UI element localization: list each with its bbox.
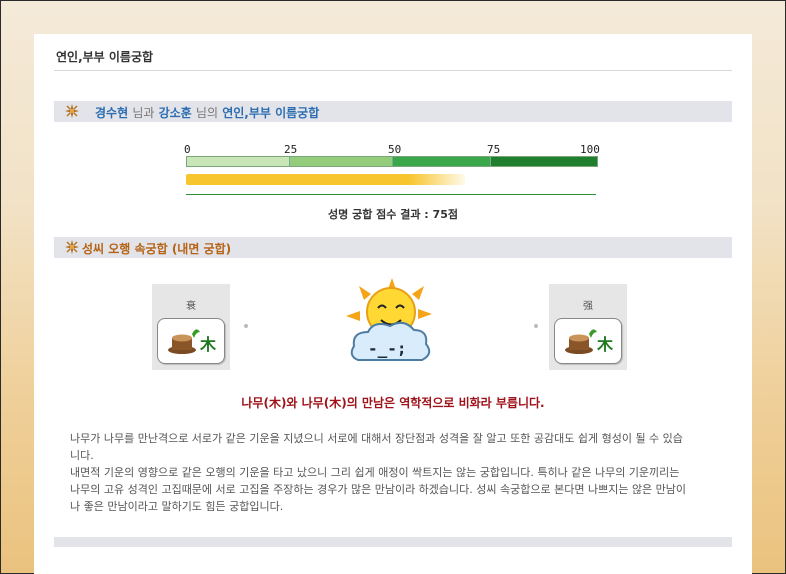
connector-dot bbox=[244, 324, 248, 328]
next-section-header bbox=[54, 537, 732, 547]
conjunction-2: 님의 bbox=[195, 106, 218, 120]
scale-segment bbox=[491, 157, 597, 166]
scale-tick: 75 bbox=[487, 143, 501, 156]
section-header-names: 경수현 님과 강소훈 님의 연인,부부 이름궁합 bbox=[54, 101, 732, 122]
description: 나무가 나무를 만난격으로 서로가 같은 기운을 지녔으니 서로에 대해서 장단… bbox=[70, 430, 688, 515]
conjunction-1: 님과 bbox=[132, 106, 155, 120]
score-result: 성명 궁합 점수 결과 : 75점 bbox=[328, 208, 458, 221]
score-progress bbox=[186, 174, 596, 185]
score-scale-bar bbox=[186, 156, 598, 167]
element-card: 木 bbox=[157, 318, 225, 364]
element-strength-label: 强 bbox=[583, 301, 593, 312]
element-strength-label: 衰 bbox=[186, 301, 196, 312]
sun-cloud-emoticon-icon: -_-; bbox=[346, 278, 432, 361]
scale-segment bbox=[187, 157, 290, 166]
divider bbox=[54, 70, 732, 71]
description-paragraph: 내면적 기운의 영향으로 같은 오행의 기운을 타고 났으니 그리 쉽게 애정이… bbox=[70, 466, 687, 513]
content-panel: 연인,부부 이름궁합 경수현 님과 강소훈 님의 연인,부부 이름궁합 0 25… bbox=[34, 34, 752, 574]
section2-title: 성씨 오행 속궁합 (내면 궁합) bbox=[82, 242, 232, 256]
person1-name: 경수현 bbox=[95, 106, 129, 120]
connector-dot bbox=[534, 324, 538, 328]
score-progress-fill bbox=[186, 174, 465, 185]
scale-tick: 50 bbox=[388, 143, 402, 156]
section-header-element: 성씨 오행 속궁합 (내면 궁합) bbox=[54, 237, 732, 258]
subject-label: 연인,부부 이름궁합 bbox=[222, 106, 320, 120]
wood-character: 木 bbox=[597, 335, 614, 354]
verdict-text: 나무(木)와 나무(木)의 만남은 역학적으로 비화라 부릅니다. bbox=[241, 396, 545, 410]
names-heading: 경수현 님과 강소훈 님의 연인,부부 이름궁합 bbox=[95, 104, 319, 121]
scale-tick: 0 bbox=[184, 143, 191, 156]
element-box-left: 衰 木 bbox=[152, 284, 230, 370]
person2-name: 강소훈 bbox=[158, 106, 192, 120]
element-box-right: 强 木 bbox=[549, 284, 627, 370]
scale-tick: 25 bbox=[284, 143, 298, 156]
cloud-emoticon-text: -_-; bbox=[368, 339, 407, 358]
flower-icon bbox=[65, 104, 79, 118]
score-meter: 0 25 50 75 100 bbox=[180, 140, 610, 200]
scale-tick: 100 bbox=[580, 143, 600, 156]
description-paragraph: 나무가 나무를 만난격으로 서로가 같은 기운을 지녔으니 서로에 대해서 장단… bbox=[70, 432, 683, 462]
flower-icon bbox=[65, 240, 79, 254]
score-baseline bbox=[186, 194, 596, 195]
scale-segment bbox=[392, 157, 492, 166]
page-title: 연인,부부 이름궁합 bbox=[56, 50, 154, 64]
scale-segment bbox=[289, 157, 393, 166]
element-card: 木 bbox=[554, 318, 622, 364]
wood-character: 木 bbox=[200, 335, 217, 354]
